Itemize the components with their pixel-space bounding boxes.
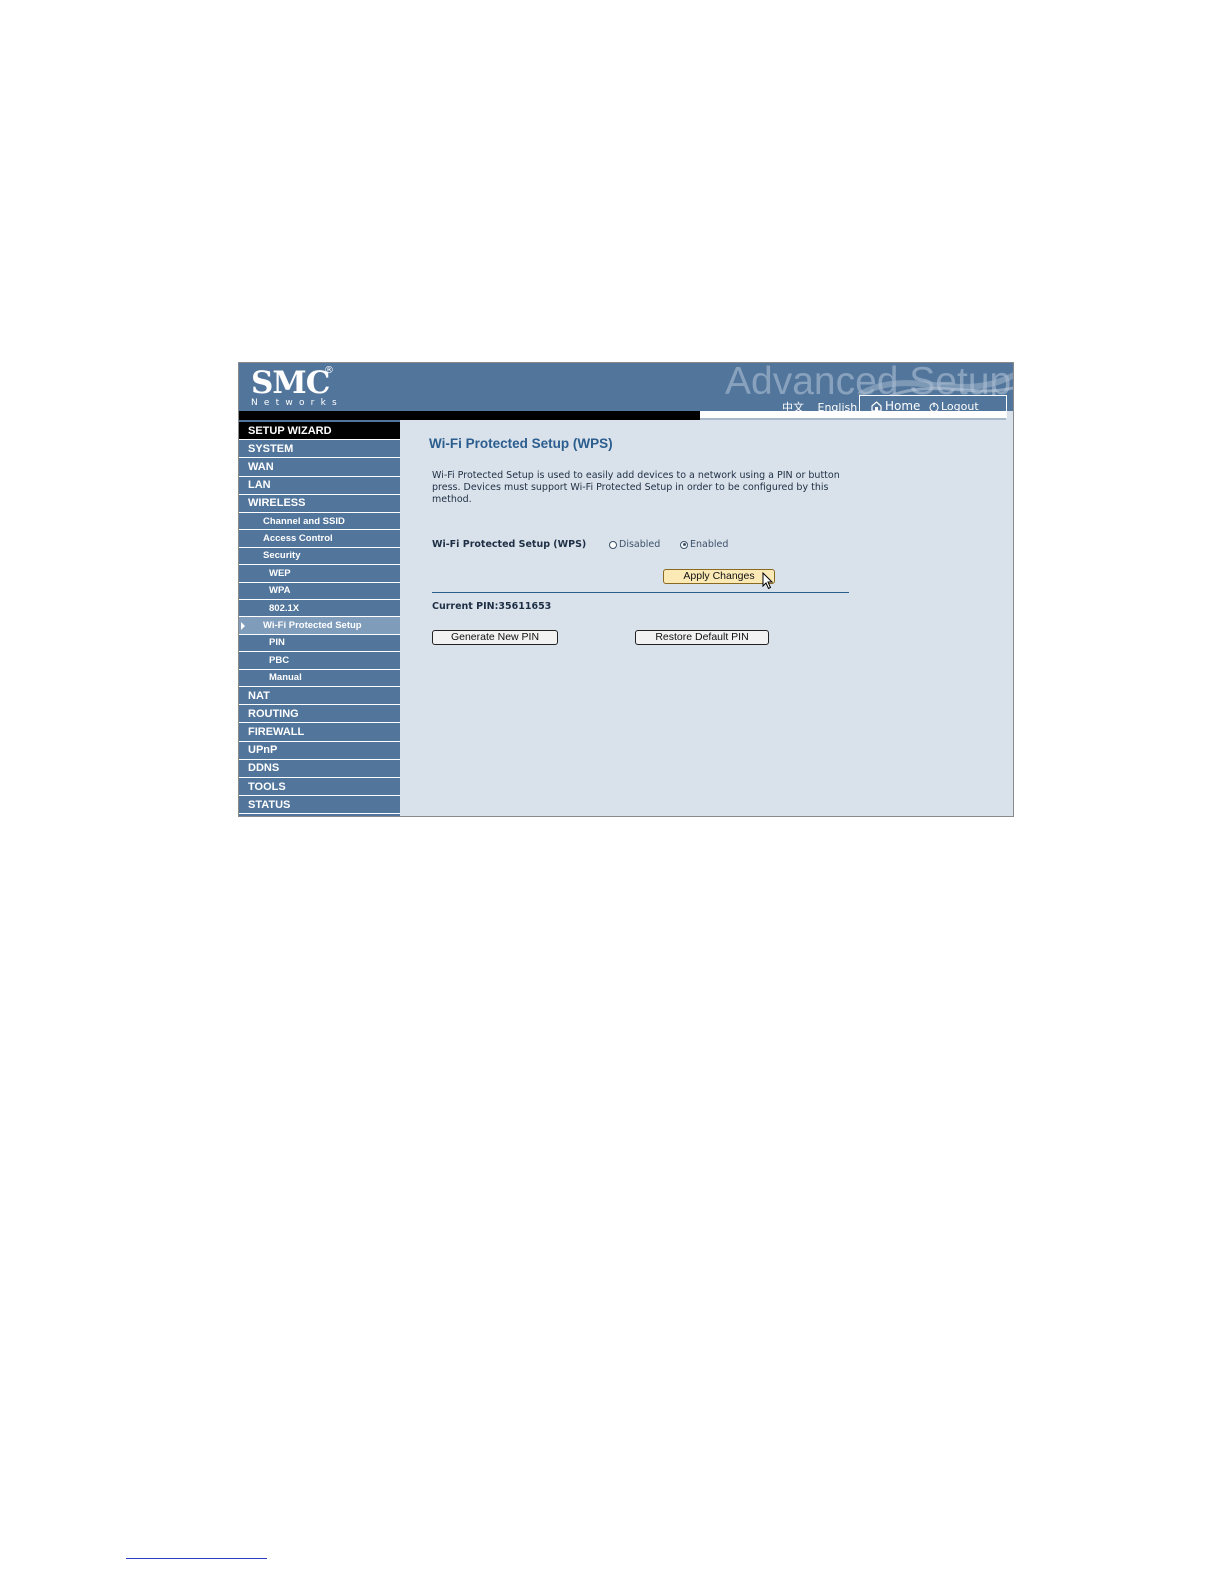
active-arrow-icon (241, 622, 245, 631)
home-icon (871, 401, 882, 411)
sidebar-item-ddns[interactable]: DDNS (239, 760, 400, 778)
wps-enabled-label: Enabled (690, 539, 729, 550)
router-admin-window: SMC ® Networks Advanced Setup 中文 English… (238, 362, 1014, 817)
sidebar-item-tools[interactable]: TOOLS (239, 778, 400, 797)
wps-field-label: Wi-Fi Protected Setup (WPS) (432, 539, 587, 550)
sidebar-item-access-control[interactable]: Access Control (239, 530, 400, 548)
sidebar-item-security[interactable]: Security (239, 548, 400, 566)
radio-on-icon (680, 540, 688, 549)
main-content: Wi-Fi Protected Setup (WPS) Wi-Fi Protec… (400, 420, 1013, 816)
sidebar-item-nat[interactable]: NAT (239, 687, 400, 706)
sidebar-item-channel-ssid[interactable]: Channel and SSID (239, 513, 400, 531)
header-divider-dark (239, 411, 700, 420)
logo-text: SMC (251, 365, 330, 401)
sidebar-item-pbc[interactable]: PBC (239, 652, 400, 670)
footnote-rule (126, 1558, 267, 1559)
apply-changes-button[interactable]: Apply Changes (663, 569, 775, 584)
logo-subtitle: Networks (251, 398, 343, 408)
sidebar-item-pin[interactable]: PIN (239, 635, 400, 653)
restore-default-pin-button[interactable]: Restore Default PIN (635, 630, 769, 645)
sidebar-item-wireless[interactable]: WIRELESS (239, 495, 400, 513)
sidebar-item-wps-label: Wi-Fi Protected Setup (263, 620, 362, 632)
page-title: Wi-Fi Protected Setup (WPS) (429, 436, 613, 451)
current-pin-value: Current PIN:35611653 (432, 601, 552, 612)
sidebar-item-wpa[interactable]: WPA (239, 583, 400, 600)
generate-new-pin-button[interactable]: Generate New PIN (432, 630, 558, 645)
sidebar-item-routing[interactable]: ROUTING (239, 705, 400, 724)
section-divider (432, 592, 849, 593)
mouse-pointer-icon (762, 572, 774, 590)
sidebar-item-status[interactable]: STATUS (239, 796, 400, 815)
sidebar-item-firewall[interactable]: FIREWALL (239, 723, 400, 742)
wps-disabled-label: Disabled (619, 539, 661, 550)
sidebar-item-manual[interactable]: Manual (239, 670, 400, 687)
sidebar-item-system[interactable]: SYSTEM (239, 440, 400, 459)
sidebar-item-setup-wizard[interactable]: SETUP WIZARD (239, 422, 400, 441)
header-divider-light (700, 411, 1006, 420)
sidebar: SETUP WIZARD SYSTEM WAN LAN WIRELESS Cha… (239, 420, 400, 816)
registered-mark: ® (324, 365, 334, 376)
page-description: Wi-Fi Protected Setup is used to easily … (432, 470, 840, 505)
sidebar-item-wep[interactable]: WEP (239, 565, 400, 583)
sidebar-item-8021x[interactable]: 802.1X (239, 600, 400, 618)
wps-disabled-radio[interactable]: Disabled (609, 539, 660, 550)
header: SMC ® Networks Advanced Setup 中文 English… (239, 363, 1013, 418)
radio-off-icon (609, 540, 617, 549)
smc-logo: SMC (251, 365, 330, 401)
power-icon (929, 402, 939, 412)
sidebar-item-wps[interactable]: Wi-Fi Protected Setup (239, 617, 400, 635)
sidebar-item-upnp[interactable]: UPnP (239, 742, 400, 760)
sidebar-item-lan[interactable]: LAN (239, 477, 400, 495)
sidebar-item-wan[interactable]: WAN (239, 458, 400, 477)
wps-enabled-radio[interactable]: Enabled (680, 539, 728, 550)
